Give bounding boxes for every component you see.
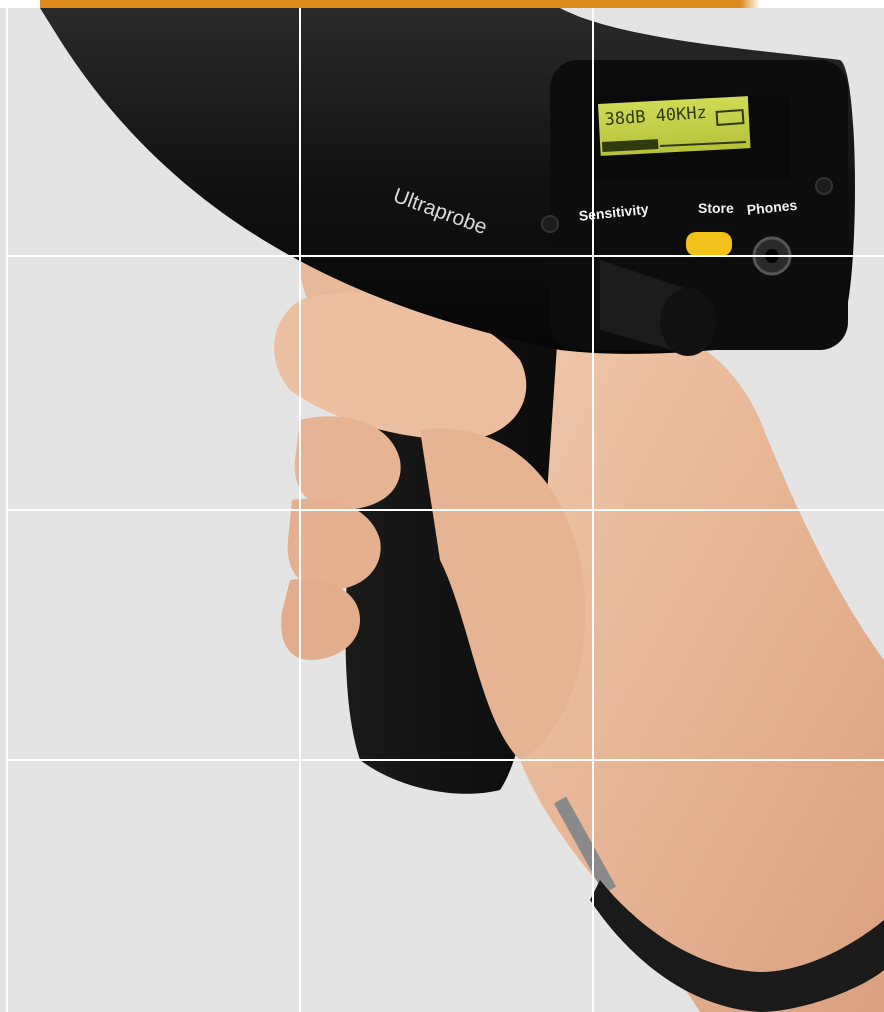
screw-left xyxy=(541,215,559,233)
battery-icon xyxy=(715,109,745,126)
screw-right xyxy=(815,177,833,195)
photo-stage: Ultraprobe Sensitivity Store Phones 38dB… xyxy=(0,0,884,1012)
grid-line-horizontal-1 xyxy=(8,255,884,257)
store-button-shape xyxy=(686,232,732,256)
device-photo xyxy=(40,8,884,1012)
grid-line-horizontal-2 xyxy=(8,509,884,511)
grid-line-horizontal-3 xyxy=(8,759,884,761)
store-label: Store xyxy=(698,200,734,216)
